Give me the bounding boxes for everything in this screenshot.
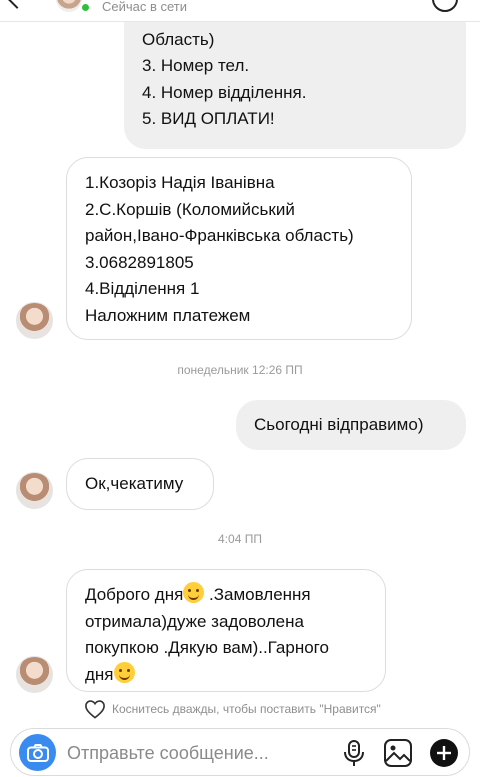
plus-circle-icon[interactable] [429,738,459,768]
online-status-dot [80,2,91,13]
message-line: 3. Номер тел. [142,56,250,75]
message-line: 4.Відділення 1 [85,279,200,298]
message-line: Область) [142,29,215,49]
message-line: Доброго дня .Замовлення [85,582,385,609]
microphone-icon[interactable] [341,739,367,767]
camera-icon [26,743,49,762]
message-bubble-incoming[interactable]: Ок,чекатиму [66,458,214,510]
smiling-face-emoji-icon [113,661,135,683]
sender-avatar[interactable] [16,656,53,693]
heart-outline-icon[interactable] [84,699,106,719]
contact-status-text: Сейчас в сети [102,0,188,14]
message-line: 1.Козоріз Надія Іванівна [85,173,275,192]
camera-button[interactable] [19,734,56,771]
message-input[interactable] [67,740,337,766]
contact-avatar[interactable] [56,0,82,12]
message-text: Доброго дня [85,585,184,604]
message-line: Сьогодні відправимо) [254,415,424,434]
message-timestamp: понедельник 12:26 ПП [177,363,303,377]
message-line: 2.С.Коршів (Коломийський [85,199,295,219]
message-timestamp: 4:04 ПП [218,532,262,546]
winking-face-emoji-icon [183,582,205,603]
message-composer [10,728,470,776]
message-text: дня [85,664,114,684]
like-hint-text: Коснитесь дважды, чтобы поставить "Нрави… [112,702,381,716]
double-tap-like-hint: Коснитесь дважды, чтобы поставить "Нрави… [84,699,381,719]
chat-header: Сейчас в сети [0,0,480,22]
message-line: Ок,чекатиму [85,474,184,493]
sender-avatar[interactable] [16,472,53,509]
message-line: 5. ВИД ОПЛАТИ! [142,109,275,128]
message-bubble-outgoing[interactable]: 2. Місто доставки. (Район. Область) 3. Н… [124,0,466,149]
message-bubble-incoming[interactable]: 1.Козоріз Надія Іванівна 2.С.Коршів (Кол… [66,157,412,340]
message-bubble-outgoing[interactable]: Сьогодні відправимо) [236,400,466,450]
message-line: Наложним платежем [85,305,251,325]
message-text: .Замовлення [204,585,311,604]
back-chevron-icon[interactable] [7,0,27,9]
message-line: 3.0682891805 [85,252,194,272]
sender-avatar[interactable] [16,302,53,339]
info-icon[interactable] [432,0,458,12]
message-line: отримала)дуже задоволена [85,611,304,631]
message-line: покупкою .Дякую вам)..Гарного [85,638,329,657]
message-line: 4. Номер відділення. [142,82,307,102]
message-line: дня [85,661,385,689]
message-bubble-incoming[interactable]: Доброго дня .Замовлення отримала)дуже за… [66,569,386,692]
gallery-icon[interactable] [383,738,413,768]
message-line: район,Івано-Франківська область) [85,226,354,245]
